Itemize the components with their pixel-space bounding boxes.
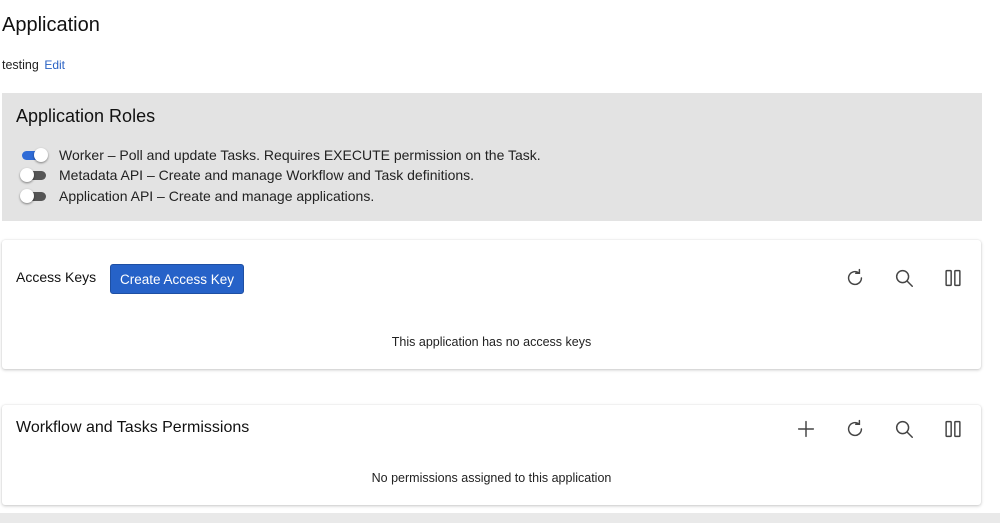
application-roles-panel: Application Roles Worker – Poll and upda…: [2, 93, 982, 221]
permissions-card: Workflow and Tasks Permissions No permis…: [2, 405, 981, 505]
toggle-knob: [34, 148, 48, 162]
access-keys-card: Access Keys Create Access Key This appli…: [2, 240, 981, 369]
columns-icon[interactable]: [939, 264, 967, 292]
role-row-worker: Worker – Poll and update Tasks. Requires…: [20, 146, 541, 164]
role-row-metadata-api: Metadata API – Create and manage Workflo…: [20, 166, 474, 184]
roles-title: Application Roles: [16, 106, 156, 126]
worker-role-toggle[interactable]: [20, 146, 48, 164]
refresh-icon[interactable]: [841, 264, 869, 292]
edit-link[interactable]: Edit: [44, 58, 65, 72]
metadata-api-role-toggle[interactable]: [20, 166, 48, 184]
application-name-row: testing Edit: [2, 58, 65, 72]
create-access-key-button[interactable]: Create Access Key: [110, 264, 245, 294]
worker-role-label: Worker – Poll and update Tasks. Requires…: [59, 147, 541, 163]
columns-icon[interactable]: [939, 415, 967, 443]
page-title: Application: [2, 14, 100, 36]
search-icon[interactable]: [890, 264, 918, 292]
permissions-empty-message: No permissions assigned to this applicat…: [371, 471, 612, 485]
metadata-api-role-label: Metadata API – Create and manage Workflo…: [59, 167, 475, 183]
add-icon[interactable]: [792, 415, 820, 443]
access-keys-title: Access Keys: [16, 269, 97, 285]
search-icon[interactable]: [890, 415, 918, 443]
permissions-title: Workflow and Tasks Permissions: [16, 419, 250, 436]
application-name: testing: [2, 58, 39, 72]
application-api-role-toggle[interactable]: [20, 187, 48, 205]
refresh-icon[interactable]: [841, 415, 869, 443]
application-api-role-label: Application API – Create and manage appl…: [59, 188, 375, 204]
access-keys-empty-message: This application has no access keys: [391, 335, 592, 349]
role-row-application-api: Application API – Create and manage appl…: [20, 187, 374, 205]
bottom-scroll-area: [0, 513, 1000, 523]
toggle-knob: [20, 168, 34, 182]
toggle-knob: [20, 189, 34, 203]
